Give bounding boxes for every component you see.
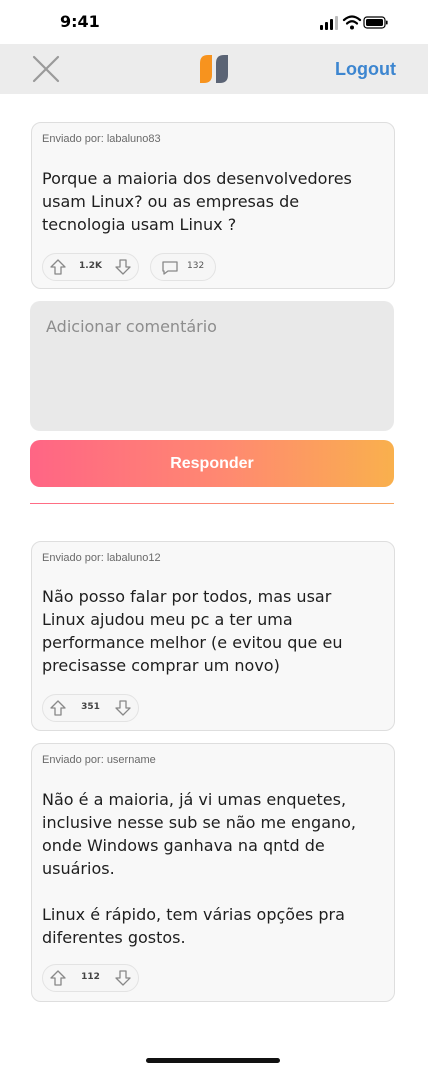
status-icons — [320, 15, 388, 30]
reply-body: Não é a maioria, já vi umas enquetes, in… — [42, 790, 357, 947]
post-author: Enviado por: labaluno83 — [42, 133, 161, 145]
post-vote-group: 1.2K — [42, 253, 139, 281]
reply-vote-group: 112 — [42, 964, 139, 992]
app-header: Logout — [0, 44, 428, 94]
comments-count: 132 — [187, 261, 205, 271]
comment-icon — [162, 261, 178, 275]
post-body: Porque a maioria dos desenvolvedores usa… — [42, 169, 352, 234]
app-logo — [200, 55, 228, 83]
post-card: Enviado por: labaluno83 Porque a maioria… — [31, 122, 395, 289]
section-divider — [30, 503, 394, 504]
downvote-icon[interactable] — [114, 969, 132, 987]
status-time: 9:41 — [60, 12, 100, 31]
battery-icon — [363, 16, 388, 29]
status-bar: 9:41 — [0, 0, 428, 44]
logout-link[interactable]: Logout — [335, 59, 396, 80]
reply-card: Enviado por: username Não é a maioria, j… — [31, 743, 395, 1002]
signal-icon — [320, 16, 338, 30]
reply-body: Não posso falar por todos, mas usar Linu… — [42, 587, 343, 675]
reply-vote-group: 351 — [42, 694, 139, 722]
reply-card: Enviado por: labaluno12 Não posso falar … — [31, 541, 395, 731]
downvote-icon[interactable] — [114, 258, 132, 276]
close-icon[interactable] — [28, 54, 64, 84]
downvote-icon[interactable] — [114, 699, 132, 717]
comments-button[interactable]: 132 — [150, 253, 216, 281]
comment-input[interactable] — [30, 301, 394, 431]
home-indicator[interactable] — [146, 1058, 280, 1063]
reply-button[interactable]: Responder — [30, 440, 394, 487]
reply-author: Enviado por: labaluno12 — [42, 552, 161, 564]
reply-author: Enviado por: username — [42, 754, 156, 766]
wifi-icon — [342, 15, 362, 30]
